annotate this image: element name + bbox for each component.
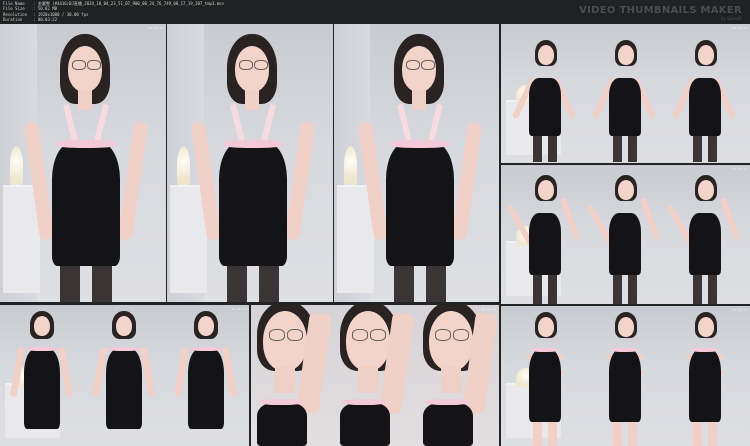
file-metadata: File Name: 金晨雪 (#4416)BJ直播_2024_10_04_23… xyxy=(3,1,224,23)
dancer-figure-left xyxy=(506,173,581,304)
timestamp: 00:00:55 xyxy=(732,26,747,30)
dancer-figure-middle xyxy=(91,309,156,446)
dancer-figure-left xyxy=(511,38,577,163)
dancer-figure xyxy=(354,30,484,302)
timestamp: 00:01:48 xyxy=(732,308,747,312)
dancer-figure-right xyxy=(675,310,735,446)
thumbnail-frame-right-3[interactable]: 00:01:48 xyxy=(501,306,750,446)
brand-logo-text: VIDEO THUMBNAILS MAKER xyxy=(579,5,742,16)
file-name-value: 金晨雪 (#4416)BJ直播_2024_10_04_23_51_07_900_… xyxy=(37,1,224,6)
dancer-figure-middle xyxy=(591,38,657,163)
timestamp: 00:02:15 xyxy=(231,307,246,311)
thumbnail-frame-right-1[interactable]: 00:00:55 xyxy=(501,24,750,163)
duration-value: 00:03:22 xyxy=(37,17,58,23)
resolution-value: 1920x1080 / 30.00 fps xyxy=(37,11,89,17)
thumbnail-frame-bottom-1[interactable]: 00:02:15 xyxy=(0,305,249,446)
dancer-figure-left xyxy=(9,309,74,446)
thumbnail-frame-large-1[interactable]: 00:00:28 xyxy=(0,24,166,302)
timestamp: 00:00:28 xyxy=(148,26,163,30)
file-size-value: 50.02 MB xyxy=(37,6,58,12)
timestamp: 00:01:22 xyxy=(732,167,747,171)
brand-subtitle: by Sposoft xyxy=(720,16,742,21)
timestamp: 00:02:42 xyxy=(481,307,496,311)
dancer-figure-right xyxy=(173,309,238,446)
dancer-figure-middle xyxy=(595,310,655,446)
closeup-figure-left xyxy=(251,305,333,446)
thumbnail-frame-right-2[interactable]: 00:01:22 xyxy=(501,165,750,304)
header-bar: File Name: 金晨雪 (#4416)BJ直播_2024_10_04_23… xyxy=(0,0,750,24)
thumbnail-frame-large-2[interactable] xyxy=(167,24,333,302)
dancer-figure-left xyxy=(515,310,575,446)
duration-label: Duration xyxy=(3,17,23,23)
dancer-figure xyxy=(187,30,317,302)
dancer-figure-right xyxy=(671,38,737,163)
thumbnail-frame-bottom-2[interactable]: 00:02:42 xyxy=(251,305,499,446)
closeup-figure-middle xyxy=(334,305,416,446)
dancer-figure xyxy=(20,30,150,302)
dancer-figure-middle xyxy=(586,173,661,304)
dancer-figure-right xyxy=(666,173,741,304)
thumbnail-frame-large-3[interactable] xyxy=(334,24,499,302)
closeup-figure-right xyxy=(417,305,499,446)
